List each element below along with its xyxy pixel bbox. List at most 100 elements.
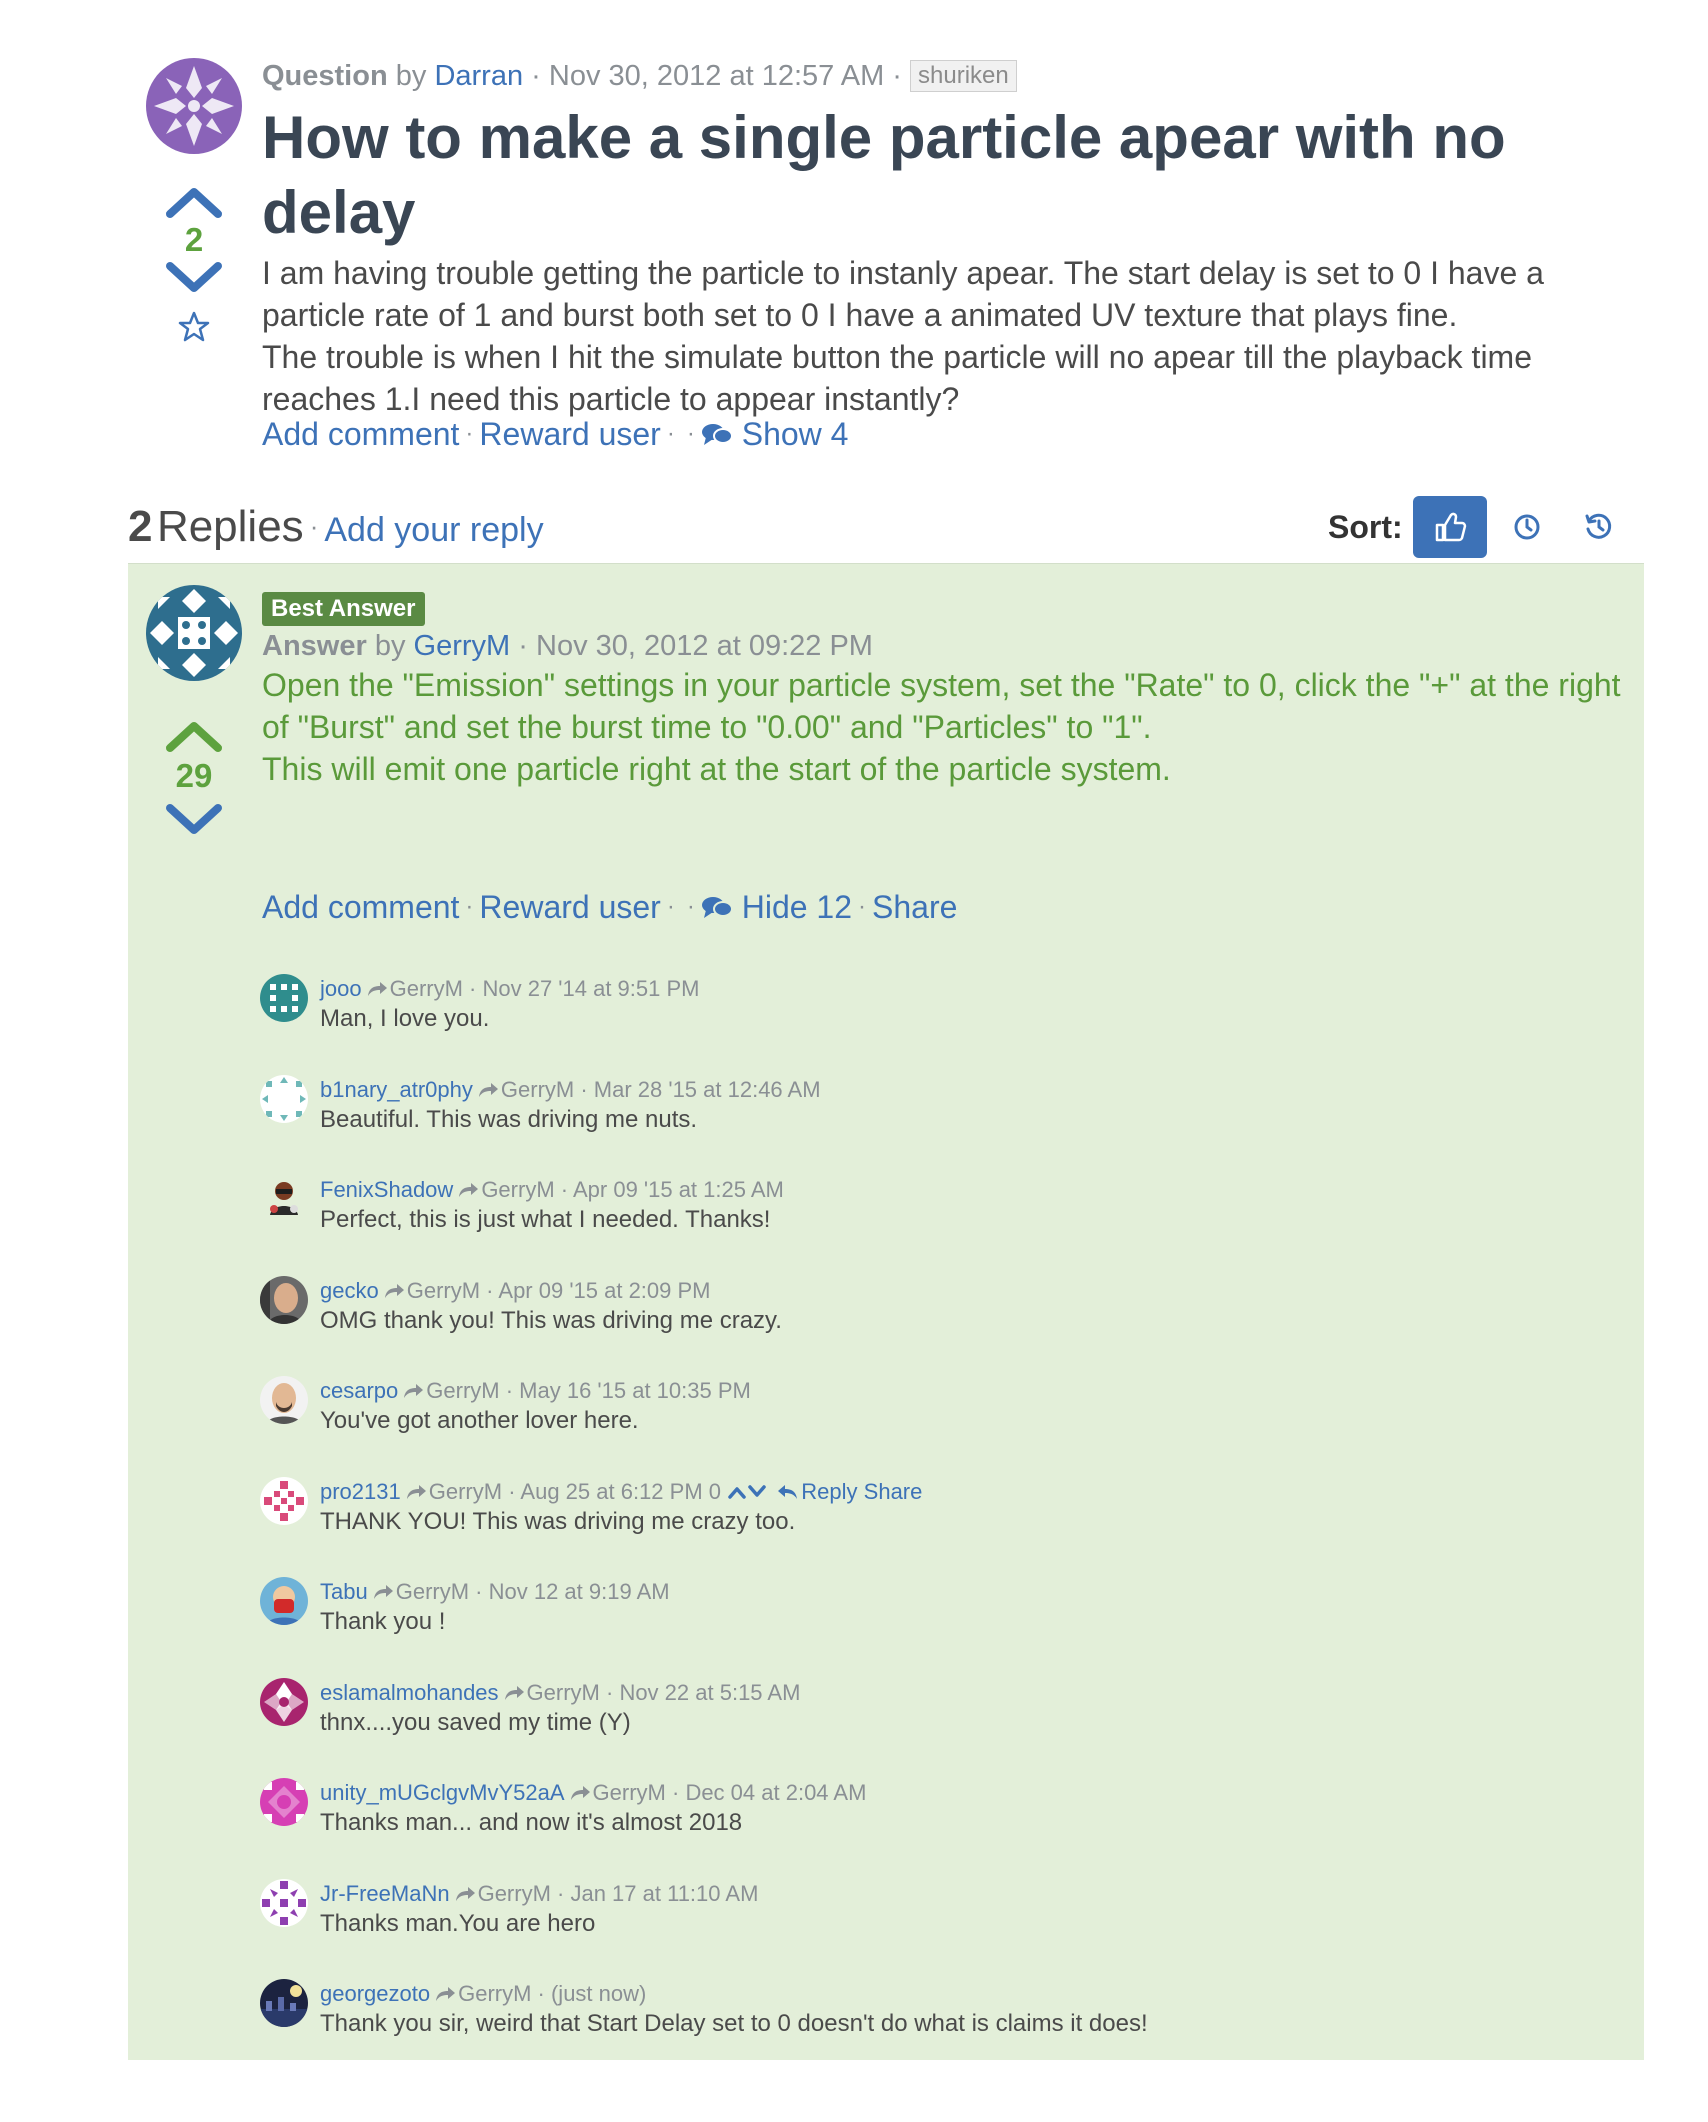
comment-date: Apr 09 '15 at 2:09 PM bbox=[498, 1277, 711, 1303]
comment-author-link[interactable]: eslamalmohandes bbox=[320, 1680, 499, 1705]
comment-avatar[interactable] bbox=[260, 1175, 308, 1223]
add-your-reply-link[interactable]: Add your reply bbox=[324, 511, 543, 549]
comment-reply-to: GerryM bbox=[426, 1378, 500, 1403]
reply-to-icon bbox=[436, 1987, 456, 2001]
reply-to-icon bbox=[404, 1384, 424, 1398]
comment-upvote-icon[interactable] bbox=[727, 1484, 747, 1500]
comment-avatar[interactable] bbox=[260, 974, 308, 1022]
upvote-icon[interactable] bbox=[164, 718, 224, 754]
comment-author-link[interactable]: pro2131 bbox=[320, 1479, 401, 1504]
question-show-comments-link[interactable]: Show 4 bbox=[701, 416, 849, 452]
comment-downvote-icon[interactable] bbox=[747, 1484, 767, 1500]
downvote-icon[interactable] bbox=[164, 260, 224, 296]
comment-avatar[interactable] bbox=[260, 1979, 308, 2027]
comment-share-button[interactable]: Share bbox=[864, 1479, 923, 1504]
comment-date: Mar 28 '15 at 12:46 AM bbox=[593, 1076, 821, 1102]
answer-add-comment-link[interactable]: Add comment bbox=[262, 889, 459, 925]
answer-hide-comments-link[interactable]: Hide 12 bbox=[701, 889, 852, 925]
comment-author-link[interactable]: FenixShadow bbox=[320, 1177, 453, 1202]
question-author-avatar[interactable] bbox=[146, 58, 242, 154]
question-body-paragraph: The trouble is when I hit the simulate b… bbox=[262, 339, 1532, 417]
comment-reply-to: GerryM bbox=[477, 1880, 551, 1906]
reply-to-icon bbox=[478, 1082, 498, 1097]
comments-icon bbox=[701, 424, 733, 445]
reply-to-icon bbox=[570, 1786, 590, 1800]
comment-reply-to: GerryM bbox=[395, 1579, 470, 1604]
comment-item: FenixShadow GerryM · Apr 09 '15 at 1:25 A… bbox=[260, 1171, 1620, 1272]
meta-separator: · bbox=[531, 60, 541, 92]
comment-text: You've got another lover here. bbox=[320, 1407, 639, 1434]
comment-item: eslamalmohandes GerryM · Nov 22 at 5:15 A… bbox=[260, 1674, 1620, 1775]
page: 2 Question by Darran · Nov 30, 2012 at 1… bbox=[0, 0, 1708, 2122]
question-author-link[interactable]: Darran bbox=[434, 60, 523, 92]
answer-author-avatar[interactable] bbox=[146, 585, 242, 681]
comment-avatar[interactable] bbox=[260, 1476, 308, 1525]
comment-reply-to: GerryM bbox=[389, 976, 463, 1001]
comment-author-link[interactable]: gecko bbox=[320, 1278, 379, 1303]
answer-author-link[interactable]: GerryM bbox=[414, 630, 511, 662]
comment-author-link[interactable]: b1nary_atr0phy bbox=[320, 1077, 473, 1102]
reply-to-icon bbox=[459, 1183, 479, 1197]
comment-date: Nov 22 at 5:15 AM bbox=[619, 1679, 801, 1705]
comment-text: thnx....you saved my time (Y) bbox=[320, 1708, 631, 1736]
reply-to-icon bbox=[504, 1685, 524, 1700]
comment-author-link[interactable]: Jr-FreeMaNn bbox=[320, 1881, 450, 1906]
comment-header: pro2131 GerryM · Aug 25 at 6:12 PM 0 Repl… bbox=[320, 1478, 923, 1504]
comment-author-link[interactable]: Tabu bbox=[320, 1579, 368, 1604]
question-vote-count: 2 bbox=[184, 221, 204, 258]
answer-share-link[interactable]: Share bbox=[872, 889, 957, 925]
sort-by-oldest-button[interactable] bbox=[1567, 496, 1631, 558]
comment-reply-to: GerryM bbox=[428, 1478, 503, 1504]
question-tag[interactable]: shuriken bbox=[910, 60, 1017, 92]
comment-avatar[interactable] bbox=[260, 1778, 308, 1826]
action-separator: · bbox=[465, 893, 474, 920]
answer-reward-user-link[interactable]: Reward user bbox=[479, 889, 660, 925]
comment-avatar[interactable] bbox=[260, 1878, 308, 1927]
comment-author-link[interactable]: cesarpo bbox=[320, 1378, 398, 1403]
comment-text: OMG thank you! This was driving me crazy… bbox=[320, 1306, 782, 1334]
comment-text: Perfect, this is just what I needed. Tha… bbox=[320, 1206, 771, 1233]
comment-item: Tabu GerryM · Nov 12 at 9:19 AM Thank you… bbox=[260, 1573, 1620, 1674]
comment-avatar[interactable] bbox=[260, 1376, 308, 1424]
comment-date: (just now) bbox=[550, 1981, 647, 2006]
comment-header: jooo GerryM · Nov 27 '14 at 9:51 PM bbox=[320, 976, 700, 1001]
sort-by-newest-button[interactable] bbox=[1495, 496, 1559, 558]
downvote-icon[interactable] bbox=[164, 802, 224, 838]
comment-avatar[interactable] bbox=[260, 1577, 308, 1625]
reply-to-icon bbox=[455, 1886, 475, 1901]
comment-avatar[interactable] bbox=[260, 1275, 308, 1324]
favorite-star-icon[interactable] bbox=[177, 310, 211, 344]
replies-label: Replies bbox=[156, 502, 304, 551]
sort-by-votes-button[interactable] bbox=[1412, 496, 1487, 558]
comment-avatar[interactable] bbox=[260, 1677, 308, 1726]
question-vote-column: 2 bbox=[146, 184, 242, 344]
answer-date: Nov 30, 2012 at 09:22 PM bbox=[536, 630, 873, 662]
comment-author-link[interactable]: jooo bbox=[320, 976, 362, 1001]
comment-header: gecko GerryM · Apr 09 '15 at 2:09 PM bbox=[320, 1277, 711, 1303]
question-reward-user-link[interactable]: Reward user bbox=[479, 416, 660, 452]
question-by-label: by bbox=[395, 60, 427, 92]
comment-reply-to: GerryM bbox=[526, 1679, 600, 1705]
comment-header: Jr-FreeMaNn GerryM · Jan 17 at 11:10 AM bbox=[320, 1880, 759, 1906]
action-separator: · bbox=[858, 893, 867, 920]
upvote-icon[interactable] bbox=[164, 184, 224, 220]
question-body-paragraph: I am having trouble getting the particle… bbox=[262, 255, 1544, 333]
question-date: Nov 30, 2012 at 12:57 AM bbox=[548, 60, 885, 92]
comment-date: Dec 04 at 2:04 AM bbox=[685, 1780, 867, 1805]
comment-reply-button[interactable]: Reply bbox=[801, 1479, 857, 1504]
question-add-comment-link[interactable]: Add comment bbox=[262, 416, 459, 452]
action-separator: · bbox=[686, 893, 695, 920]
answer-body-paragraph: Open the "Emission" settings in your par… bbox=[262, 667, 1621, 745]
sort-controls: Sort: bbox=[1328, 496, 1631, 558]
comment-vote-count: 0 bbox=[708, 1478, 722, 1504]
action-separator: · bbox=[666, 420, 675, 447]
comment-header: FenixShadow GerryM · Apr 09 '15 at 1:25 A… bbox=[320, 1177, 784, 1202]
comment-avatar[interactable] bbox=[260, 1074, 308, 1123]
comment-author-link[interactable]: georgezoto bbox=[320, 1981, 430, 2006]
comment-date: Nov 27 '14 at 9:51 PM bbox=[482, 976, 700, 1001]
comment-author-link[interactable]: unity_mUGclgvMvY52aA bbox=[320, 1780, 565, 1805]
thumbs-up-icon bbox=[1435, 512, 1466, 542]
meta-separator: · bbox=[892, 60, 902, 92]
comment-date: May 16 '15 at 10:35 PM bbox=[519, 1378, 751, 1403]
question-show-comments-label: Show 4 bbox=[741, 416, 849, 452]
